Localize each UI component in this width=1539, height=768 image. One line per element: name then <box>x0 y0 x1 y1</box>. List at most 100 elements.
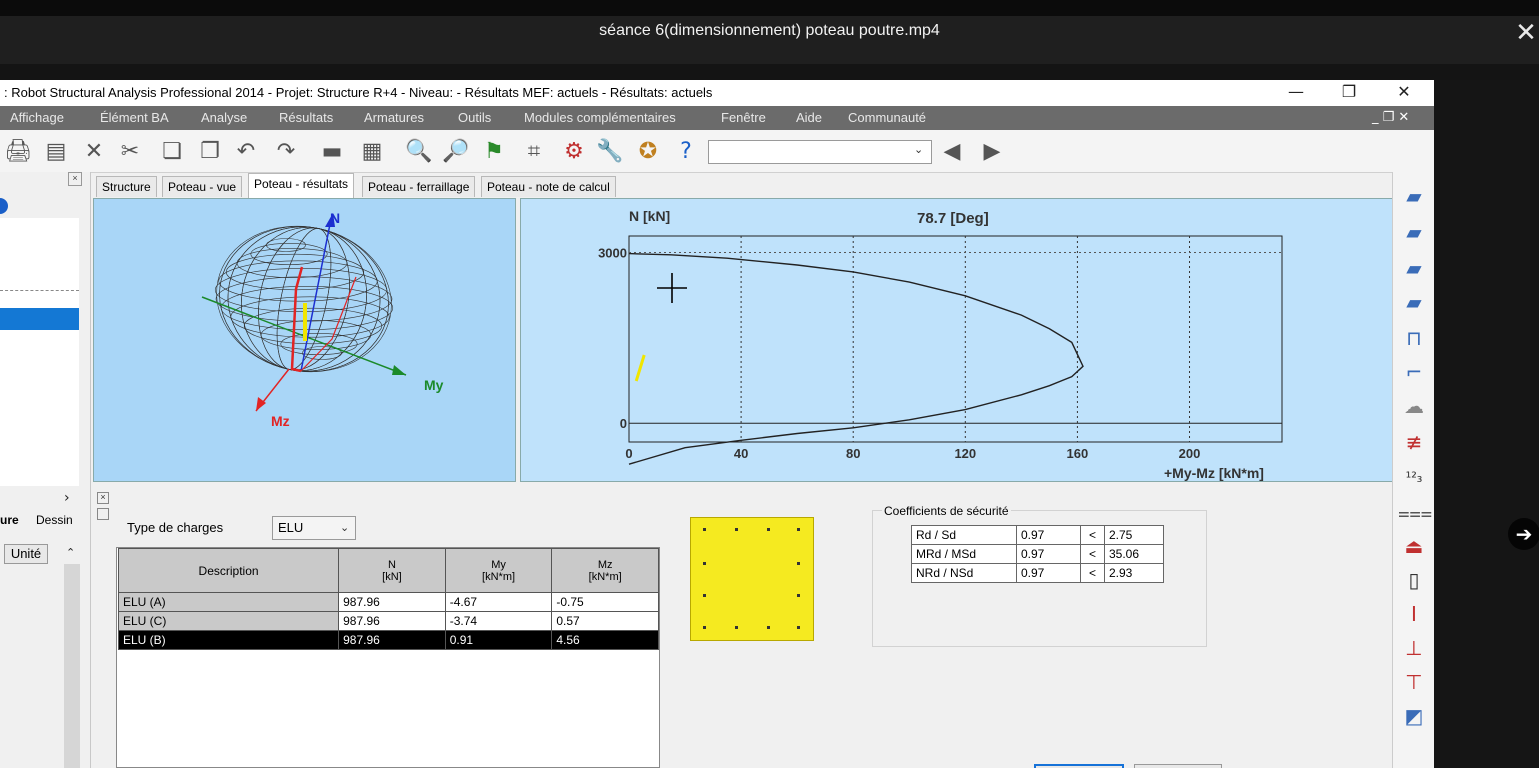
footing-icon[interactable]: ☁ <box>1398 392 1430 420</box>
load-type-label: Type de charges <box>127 520 224 535</box>
cell-my: 0.91 <box>444 630 553 650</box>
section-column-icon[interactable]: ▯ <box>1398 566 1430 594</box>
mdi-window-controls[interactable]: _ ❐ ✕ <box>1372 110 1409 125</box>
t-section-icon[interactable]: ⊤ <box>1398 668 1430 696</box>
chevron-down-icon[interactable]: ⌄ <box>340 521 349 534</box>
tab-poteau-note-de-calcul[interactable]: Poteau - note de calcul <box>481 176 616 197</box>
zoom-out-icon[interactable]: 🔎 <box>442 138 470 166</box>
load-type-value: ELU <box>278 520 304 535</box>
table-row[interactable]: ELU (A) 987.96 -4.67 -0.75 <box>117 592 659 612</box>
y-tick-label: 0 <box>620 416 627 431</box>
menu-modules[interactable]: Modules complémentaires <box>524 110 676 125</box>
menu-communaute[interactable]: Communauté <box>848 110 926 125</box>
previous-icon[interactable]: ◀ <box>938 138 966 166</box>
menu-aide[interactable]: Aide <box>796 110 822 125</box>
rebar-dot <box>735 528 738 531</box>
calculator-icon[interactable]: ⌗ <box>520 138 548 166</box>
surface-mesh <box>214 225 394 373</box>
reinforcement-icon[interactable]: ≢ <box>1398 428 1430 456</box>
frame-icon[interactable]: ⊓ <box>1398 324 1430 352</box>
vertical-scrollbar[interactable] <box>64 564 80 768</box>
column-icon[interactable]: ▰ <box>1398 218 1430 246</box>
selected-list-item[interactable] <box>0 308 79 330</box>
tab-dessin[interactable]: Dessin <box>36 513 73 527</box>
row-description: ELU (C) <box>117 611 340 631</box>
numbering-icon[interactable]: ¹²₃ <box>1398 464 1430 492</box>
next-arrow-icon[interactable]: ➔ <box>1508 518 1539 550</box>
column-header-unite[interactable]: Unité <box>4 544 48 564</box>
header-n[interactable]: N [kN] <box>338 548 446 593</box>
restore-button[interactable]: ❐ <box>1327 80 1371 106</box>
menu-resultats[interactable]: Résultats <box>279 110 333 125</box>
coef-limit: 2.93 <box>1104 563 1164 583</box>
pane-close-icon[interactable]: × <box>97 492 109 504</box>
interaction-curve-chart[interactable]: 0 40 80 120 160 200 0 3000 N [kN] 78.7 [Deg] +M… <box>520 198 1394 482</box>
layout-icon[interactable]: ◩ <box>1398 702 1430 730</box>
menu-armatures[interactable]: Armatures <box>364 110 424 125</box>
x-tick-label: 200 <box>1179 446 1201 461</box>
tab-poteau-vue[interactable]: Poteau - vue <box>162 176 243 197</box>
menu-outils[interactable]: Outils <box>458 110 491 125</box>
header-mz[interactable]: Mz [kN*m] <box>551 548 659 593</box>
toolbar-combo[interactable] <box>708 140 932 164</box>
table-row[interactable]: ELU (C) 987.96 -3.74 0.57 <box>117 611 659 631</box>
undo-icon[interactable]: ↶ <box>232 138 260 166</box>
menu-fenetre[interactable]: Fenêtre <box>721 110 766 125</box>
window-close-button[interactable]: ✕ <box>1382 80 1426 106</box>
wrench-icon[interactable]: 🔧 <box>596 138 624 166</box>
slab-icon[interactable]: ▰ <box>1398 254 1430 282</box>
section-icon[interactable]: ✪ <box>634 138 662 166</box>
minimize-button[interactable]: — <box>1274 80 1318 106</box>
redo-icon[interactable]: ↷ <box>272 138 300 166</box>
interaction-surface-3d-view[interactable]: N My Mz <box>93 198 516 482</box>
x-tick-label: 120 <box>954 446 976 461</box>
zoom-in-icon[interactable]: 🔍 <box>405 138 433 166</box>
pane-pin-icon[interactable] <box>97 508 109 520</box>
i-beam-icon[interactable]: I <box>1398 600 1430 628</box>
table-icon[interactable]: ▦ <box>358 138 386 166</box>
secondary-button[interactable] <box>1134 764 1222 768</box>
tab-structure[interactable]: ure <box>0 513 19 527</box>
menu-element-ba[interactable]: Élément BA <box>100 110 169 125</box>
menu-analyse[interactable]: Analyse <box>201 110 247 125</box>
tab-poteau-ferraillage[interactable]: Poteau - ferraillage <box>362 176 476 197</box>
coef-limit: 2.75 <box>1104 525 1164 545</box>
paste-icon[interactable]: ❐ <box>196 138 224 166</box>
stair-icon[interactable]: ⌐ <box>1398 358 1430 386</box>
header-my[interactable]: My [kN*m] <box>444 548 553 593</box>
tab-structure-view[interactable]: Structure <box>96 176 157 197</box>
network-icon[interactable]: ⚙ <box>560 138 588 166</box>
menu-affichage[interactable]: Affichage <box>10 110 64 125</box>
right-toolbar: ▰ ▰ ▰ ▰ ⊓ ⌐ ☁ ≢ ¹²₃ ⩶ ⏏ ▯ I ⊥ ⊤ ◩ <box>1392 172 1434 768</box>
object-list[interactable] <box>0 218 79 486</box>
scroll-right-icon[interactable]: › <box>64 490 70 506</box>
player-top-strip <box>0 0 1539 16</box>
cut-icon[interactable]: ✂ <box>116 138 144 166</box>
object-inspector-panel: × › ure Dessin Unité ⌃ <box>0 172 91 768</box>
beam-icon[interactable]: ▰ <box>1398 182 1430 210</box>
next-icon[interactable]: ▶ <box>978 138 1006 166</box>
my-arrow-icon <box>392 365 406 375</box>
delete-icon[interactable]: ✕ <box>80 138 108 166</box>
rebar-dot <box>797 594 800 597</box>
table-row-selected[interactable]: ELU (B) 987.96 0.91 4.56 <box>117 630 659 650</box>
printer-icon[interactable]: ▤ <box>42 138 70 166</box>
select-tool-icon[interactable]: ⚑ <box>480 138 508 166</box>
player-close-icon[interactable]: ✕ <box>1512 19 1539 47</box>
help-icon[interactable]: ? <box>672 138 700 166</box>
dimension-icon[interactable]: ⩶ <box>1398 498 1432 526</box>
load-icon[interactable]: ⏏ <box>1398 532 1430 560</box>
ok-button[interactable] <box>1034 764 1124 768</box>
support-icon[interactable]: ⊥ <box>1398 634 1430 662</box>
screen-capture-icon[interactable]: ▬ <box>318 138 346 166</box>
header-description[interactable]: Description <box>117 548 340 593</box>
wall-icon[interactable]: ▰ <box>1398 288 1430 316</box>
results-grid[interactable]: Description N [kN] My [kN*m] Mz [kN*m] E… <box>116 547 660 768</box>
panel-close-icon[interactable]: × <box>68 172 82 186</box>
chevron-down-icon[interactable]: ⌄ <box>914 143 923 156</box>
info-icon[interactable] <box>0 198 8 214</box>
tab-poteau-resultats[interactable]: Poteau - résultats <box>248 173 355 198</box>
print-preview-icon[interactable]: 🖨 <box>4 138 32 166</box>
scroll-up-icon[interactable]: ⌃ <box>66 546 75 559</box>
copy-icon[interactable]: ❏ <box>158 138 186 166</box>
